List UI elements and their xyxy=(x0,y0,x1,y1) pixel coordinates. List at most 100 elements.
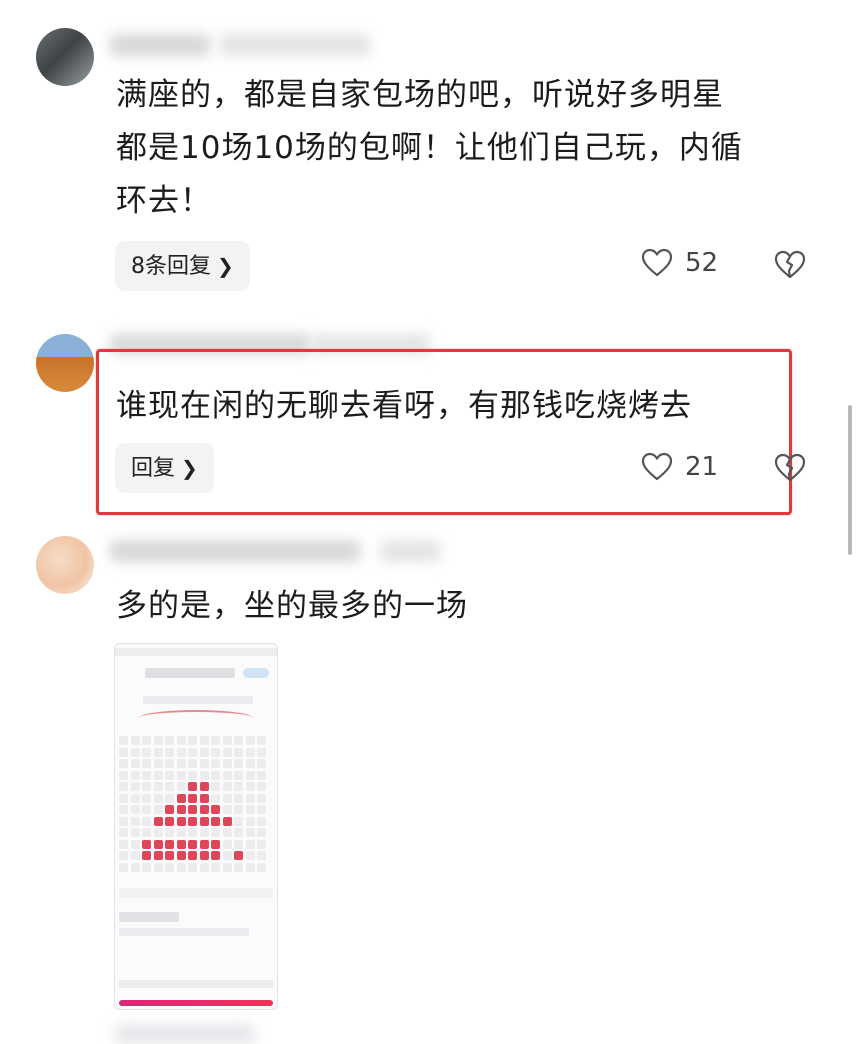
seat xyxy=(245,816,255,826)
seat xyxy=(257,759,266,768)
movie-info xyxy=(119,912,179,922)
seat xyxy=(211,851,220,860)
seat xyxy=(130,747,140,757)
seat xyxy=(153,782,163,791)
scrollbar[interactable] xyxy=(848,405,852,555)
seat xyxy=(211,839,220,849)
seat xyxy=(245,782,255,791)
seat xyxy=(211,828,220,837)
seat xyxy=(153,805,163,814)
seat xyxy=(245,736,255,745)
seat xyxy=(119,805,128,814)
buy-button xyxy=(119,1000,273,1006)
seat xyxy=(165,759,174,768)
seat xyxy=(211,793,220,803)
seat xyxy=(245,862,255,872)
seat xyxy=(257,851,266,860)
seat xyxy=(234,862,243,872)
comment-line: 多的是，坐的最多的一场 xyxy=(116,588,468,624)
header-bar xyxy=(145,668,235,678)
username-blurred xyxy=(110,34,210,56)
seat xyxy=(234,816,243,826)
seat xyxy=(176,851,186,860)
seat xyxy=(188,770,197,780)
seat xyxy=(211,816,220,826)
seat xyxy=(176,839,186,849)
seat xyxy=(199,862,209,872)
seat xyxy=(188,828,197,837)
avatar[interactable] xyxy=(36,334,94,392)
heart-icon xyxy=(641,452,673,482)
seat xyxy=(119,828,128,837)
seat xyxy=(153,736,163,745)
seat xyxy=(176,747,186,757)
like-button[interactable]: 52 xyxy=(641,248,718,278)
seat xyxy=(199,805,209,814)
seat xyxy=(222,828,232,837)
like-button[interactable]: 21 xyxy=(641,452,718,482)
seat xyxy=(153,793,163,803)
seat xyxy=(199,747,209,757)
seat xyxy=(222,816,232,826)
seat xyxy=(188,782,197,791)
reply-button[interactable]: 回复 ❯ xyxy=(115,443,214,493)
seat xyxy=(119,793,128,803)
seat xyxy=(176,862,186,872)
seat xyxy=(130,770,140,780)
seat xyxy=(130,851,140,860)
seat xyxy=(130,862,140,872)
seat xyxy=(199,782,209,791)
seat xyxy=(165,736,174,745)
view-replies-button[interactable]: 8条回复 ❯ xyxy=(115,241,250,291)
seat xyxy=(199,828,209,837)
seat xyxy=(188,839,197,849)
seat xyxy=(234,805,243,814)
seat xyxy=(142,851,151,860)
seat xyxy=(165,862,174,872)
seat xyxy=(142,862,151,872)
broken-heart-icon[interactable] xyxy=(774,453,806,483)
seat xyxy=(222,770,232,780)
seat xyxy=(257,828,266,837)
seat xyxy=(222,805,232,814)
seat xyxy=(153,839,163,849)
seat xyxy=(199,770,209,780)
seat xyxy=(165,793,174,803)
seat xyxy=(257,816,266,826)
seat xyxy=(199,816,209,826)
seat xyxy=(119,736,128,745)
seat xyxy=(234,747,243,757)
seat xyxy=(199,839,209,849)
seat xyxy=(234,793,243,803)
seat xyxy=(188,747,197,757)
seat xyxy=(199,759,209,768)
screen-arc xyxy=(139,710,253,726)
seat xyxy=(119,839,128,849)
seat xyxy=(176,736,186,745)
broken-heart-icon[interactable] xyxy=(774,250,806,280)
seat xyxy=(176,816,186,826)
seat xyxy=(176,793,186,803)
avatar[interactable] xyxy=(36,536,94,594)
seat xyxy=(188,736,197,745)
seat xyxy=(153,828,163,837)
movie-details xyxy=(119,928,249,936)
seat xyxy=(165,770,174,780)
seat xyxy=(234,828,243,837)
seat xyxy=(188,816,197,826)
seat xyxy=(245,747,255,757)
seat xyxy=(176,828,186,837)
seat xyxy=(188,793,197,803)
seat xyxy=(130,736,140,745)
attached-image[interactable] xyxy=(114,643,278,1010)
seat xyxy=(234,839,243,849)
comment-line: 都是10场10场的包啊！让他们自己玩，内循 xyxy=(116,130,743,166)
seat xyxy=(222,793,232,803)
avatar[interactable] xyxy=(36,28,94,86)
seat xyxy=(234,851,243,860)
seat xyxy=(165,839,174,849)
status-bar xyxy=(115,648,277,656)
comment-line: 谁现在闲的无聊去看呀，有那钱吃烧烤去 xyxy=(116,388,692,424)
chevron-right-icon: ❯ xyxy=(181,456,198,480)
seat xyxy=(142,828,151,837)
